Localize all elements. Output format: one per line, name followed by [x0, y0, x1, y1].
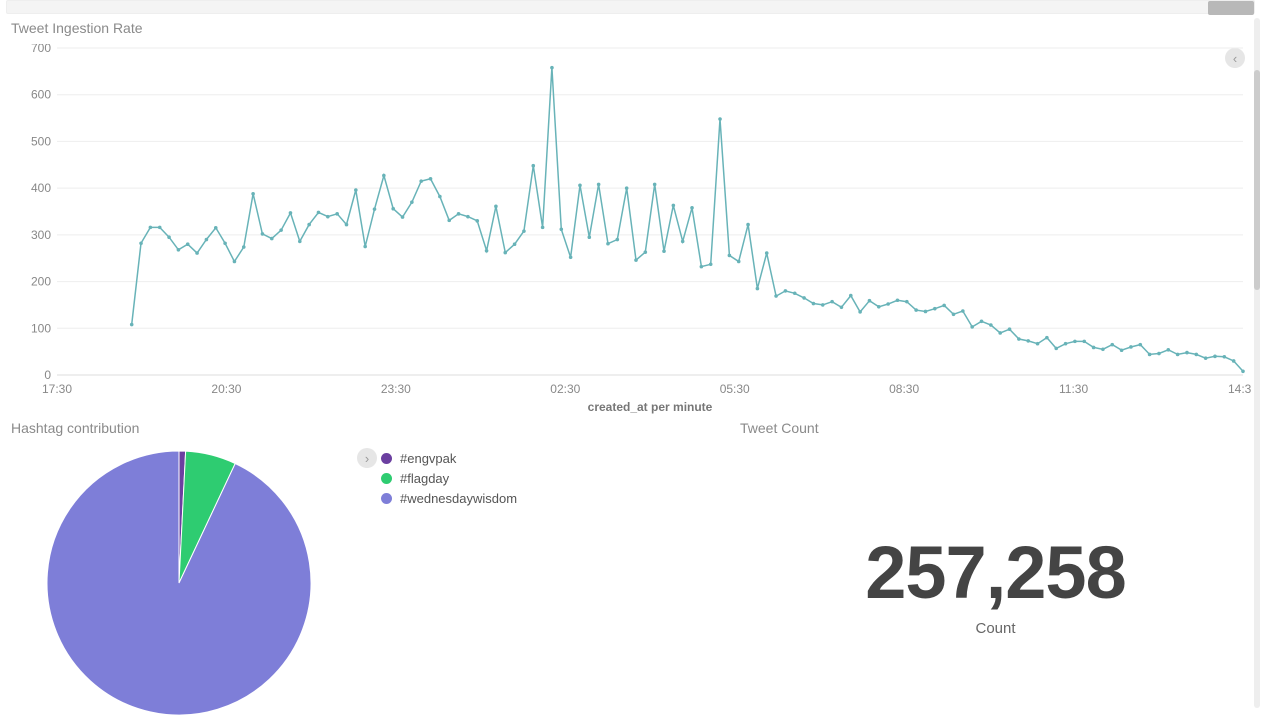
- svg-text:600: 600: [31, 88, 51, 102]
- svg-text:100: 100: [31, 321, 51, 335]
- metric-value: 257,258: [740, 530, 1251, 615]
- svg-text:02:30: 02:30: [550, 382, 580, 396]
- panel-tweet-count: Tweet Count 257,258 Count: [740, 420, 1251, 715]
- legend-label: #wednesdaywisdom: [400, 491, 517, 506]
- metric-label: Count: [740, 620, 1251, 637]
- svg-text:11:30: 11:30: [1059, 382, 1088, 396]
- legend-item[interactable]: #wednesdaywisdom: [381, 488, 517, 508]
- chevron-right-icon: ›: [365, 451, 369, 466]
- legend-label: #engvpak: [400, 451, 456, 466]
- svg-text:20:30: 20:30: [211, 382, 241, 396]
- top-search-bar[interactable]: [6, 0, 1255, 14]
- svg-text:23:30: 23:30: [381, 382, 411, 396]
- line-chart[interactable]: 0 100 200 300 400 500 600 700 17:30 20:30 23:30 02:…: [29, 44, 1251, 415]
- legend-item[interactable]: #flagday: [381, 468, 517, 488]
- legend-swatch: [381, 453, 392, 464]
- panel-title-ingestion: Tweet Ingestion Rate: [11, 20, 143, 36]
- svg-text:17:30: 17:30: [42, 382, 72, 396]
- svg-text:300: 300: [31, 228, 51, 242]
- scrollbar-thumb[interactable]: [1254, 70, 1260, 290]
- svg-text:0: 0: [44, 368, 51, 382]
- svg-text:created_at per minute: created_at per minute: [588, 400, 713, 414]
- pie-chart[interactable]: [44, 448, 314, 718]
- panel-title-hashtag: Hashtag contribution: [11, 420, 139, 436]
- panel-hashtag-contribution: Hashtag contribution › #engvpak#flagday#…: [11, 420, 731, 715]
- legend-swatch: [381, 473, 392, 484]
- svg-text:08:30: 08:30: [889, 382, 919, 396]
- panel-title-count: Tweet Count: [740, 420, 819, 436]
- svg-text:200: 200: [31, 275, 51, 289]
- svg-text:400: 400: [31, 181, 51, 195]
- svg-text:14:30: 14:30: [1228, 382, 1251, 396]
- pie-legend: #engvpak #flagday #wednesdaywisdom: [381, 448, 517, 508]
- svg-text:700: 700: [31, 44, 51, 55]
- legend-label: #flagday: [400, 471, 449, 486]
- panel-tweet-ingestion-rate: Tweet Ingestion Rate ‹ 01002003004005006…: [11, 20, 1251, 415]
- svg-text:500: 500: [31, 134, 51, 148]
- legend-swatch: [381, 493, 392, 504]
- top-bar-button[interactable]: [1208, 1, 1254, 15]
- legend-item[interactable]: #engvpak: [381, 448, 517, 468]
- svg-text:05:30: 05:30: [720, 382, 750, 396]
- legend-toggle-button[interactable]: ›: [357, 448, 377, 468]
